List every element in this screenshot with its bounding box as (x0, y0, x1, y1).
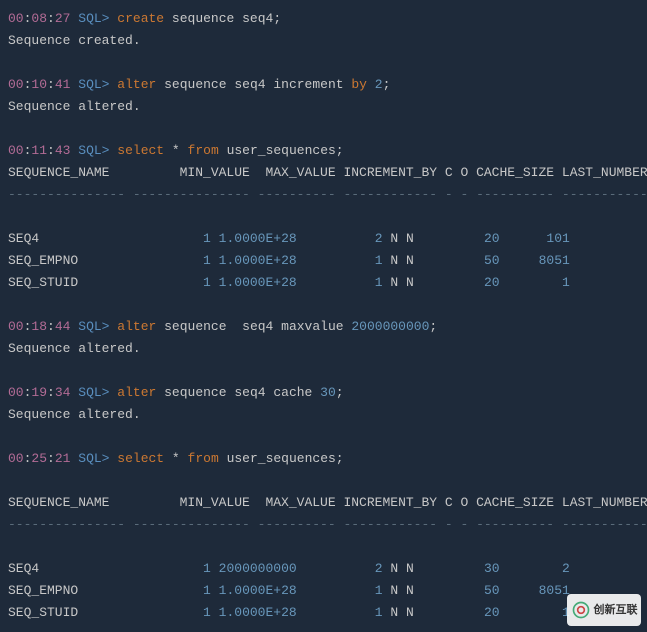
sql-text: sequence seq4 (172, 11, 273, 26)
watermark-text: 创新互联 (594, 599, 638, 621)
blank-line (8, 360, 639, 382)
blank-line (8, 294, 639, 316)
sql-prompt: SQL> (78, 11, 109, 26)
watermark-logo: 创新互联 (567, 594, 641, 626)
command-line: 00:18:44 SQL> alter sequence seq4 maxval… (8, 316, 639, 338)
command-line: 00:11:43 SQL> select * from user_sequenc… (8, 140, 639, 162)
result-msg: Sequence altered. (8, 338, 639, 360)
table-row: SEQ_STUID 1 1.0000E+28 1 N N 20 1 (8, 602, 639, 624)
blank-line (8, 52, 639, 74)
table-row: SEQ_STUID 1 1.0000E+28 1 N N 20 1 (8, 272, 639, 294)
blank-line (8, 536, 639, 558)
command-line: 00:19:34 SQL> alter sequence seq4 cache … (8, 382, 639, 404)
blank-line (8, 118, 639, 140)
table-divider: --------------- --------------- --------… (8, 514, 639, 536)
command-line: 00:10:41 SQL> alter sequence seq4 increm… (8, 74, 639, 96)
table-header: SEQUENCE_NAME MIN_VALUE MAX_VALUE INCREM… (8, 492, 639, 514)
result-msg: Sequence altered. (8, 404, 639, 426)
command-line: 00:25:21 SQL> select * from user_sequenc… (8, 448, 639, 470)
blank-line (8, 206, 639, 228)
logo-icon (571, 600, 591, 620)
time-hour: 00 (8, 11, 24, 26)
time-min: 08 (31, 11, 47, 26)
time-sec: 27 (55, 11, 71, 26)
result-msg: Sequence altered. (8, 96, 639, 118)
table-row: SEQ_EMPNO 1 1.0000E+28 1 N N 50 8051 (8, 580, 639, 602)
table-divider: --------------- --------------- --------… (8, 184, 639, 206)
blank-line (8, 426, 639, 448)
blank-line (8, 470, 639, 492)
table-row: SEQ4 1 1.0000E+28 2 N N 20 101 (8, 228, 639, 250)
keyword: create (117, 11, 164, 26)
result-msg: Sequence created. (8, 30, 639, 52)
table-header: SEQUENCE_NAME MIN_VALUE MAX_VALUE INCREM… (8, 162, 639, 184)
command-line: 00:08:27 SQL> create sequence seq4; (8, 8, 639, 30)
table-row: SEQ_EMPNO 1 1.0000E+28 1 N N 50 8051 (8, 250, 639, 272)
